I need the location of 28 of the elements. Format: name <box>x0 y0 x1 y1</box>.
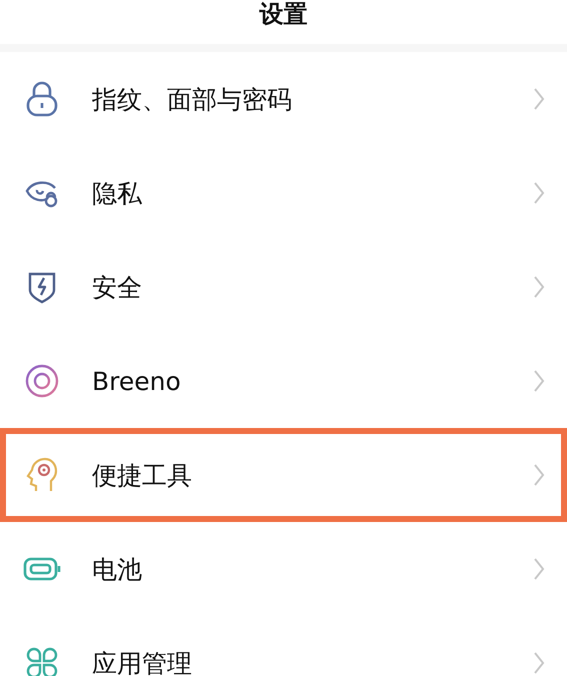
settings-item[interactable]: 便捷工具 <box>0 428 567 522</box>
item-label: 电池 <box>92 554 143 586</box>
settings-item[interactable]: 指纹、面部与密码 <box>0 52 567 146</box>
chevron-right-icon <box>533 87 545 111</box>
page-title: 设置 <box>260 0 308 28</box>
settings-item[interactable]: Breeno <box>0 334 567 428</box>
head-icon <box>26 457 58 493</box>
chevron-right-icon <box>533 557 545 581</box>
chevron-right-icon <box>533 275 545 299</box>
item-label: 安全 <box>92 272 143 304</box>
chevron-right-icon <box>533 651 545 675</box>
item-label: Breeno <box>92 366 182 396</box>
chevron-right-icon <box>533 181 545 205</box>
settings-item[interactable]: 电池 <box>0 522 567 616</box>
battery-icon <box>23 557 61 581</box>
lock-icon <box>25 81 59 117</box>
item-label: 隐私 <box>92 178 143 210</box>
chevron-right-icon <box>533 369 545 393</box>
ring-icon <box>25 364 59 398</box>
item-label: 指纹、面部与密码 <box>92 84 293 116</box>
chevron-right-icon <box>533 463 545 487</box>
shield-icon <box>27 270 57 304</box>
settings-item[interactable]: 隐私 <box>0 146 567 240</box>
settings-item[interactable]: 安全 <box>0 240 567 334</box>
apps-icon <box>25 646 59 676</box>
item-label: 便捷工具 <box>92 460 193 492</box>
item-label: 应用管理 <box>92 648 193 676</box>
settings-item[interactable]: 应用管理 <box>0 616 567 676</box>
